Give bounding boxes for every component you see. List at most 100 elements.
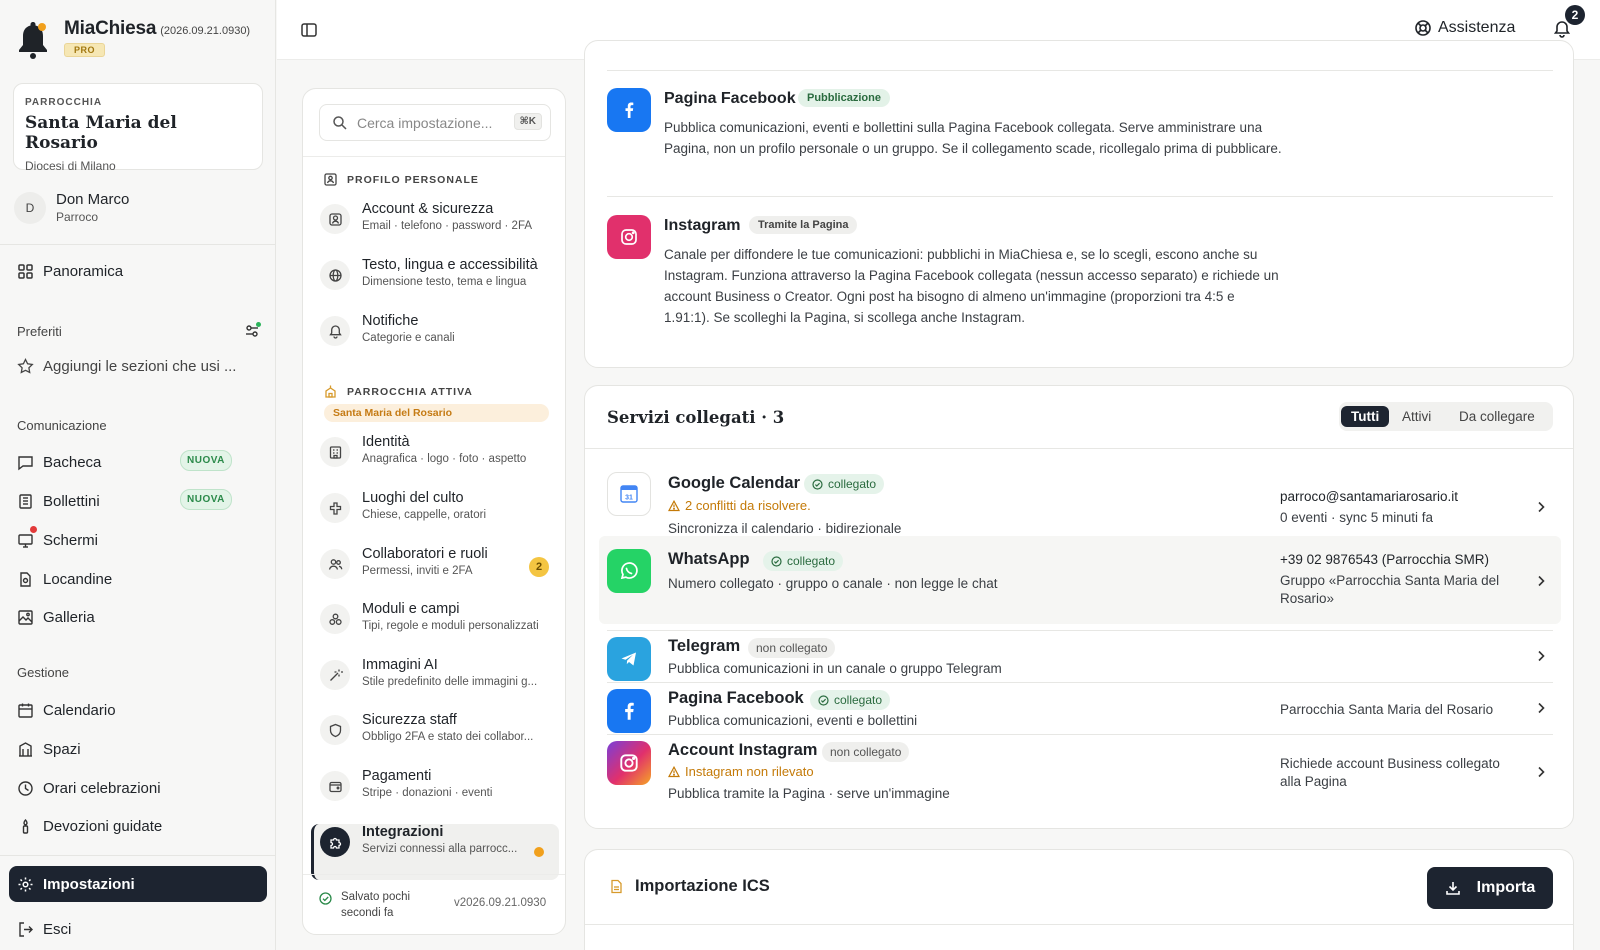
item-desc: Stripe · donazioni · eventi [362,787,493,799]
service-account-info: parroco@santamariarosario.it 0 eventi · … [1280,488,1510,527]
bell-icon [320,316,350,346]
lifebuoy-icon [1415,20,1431,36]
divider [607,196,1553,197]
sidebar-toggle-icon[interactable] [300,21,318,39]
service-name[interactable]: Telegram [668,637,740,656]
sidebar: MiaChiesa (2026.09.21.0930) PRO PARROCCHI… [0,0,276,950]
nav-orari-celebrazioni[interactable]: Orari celebrazioni [17,776,261,800]
divider [303,156,565,157]
warning-label: Instagram non rilevato [685,764,814,779]
save-status-line1: Salvato pochi [341,891,411,903]
divider [0,244,276,245]
item-title: Account & sicurezza [362,201,494,217]
status-label: non collegato [756,641,828,655]
instagram-icon [607,215,651,259]
nav-label: Orari celebrazioni [43,779,161,797]
nav-label: Bacheca [43,453,102,471]
church-icon [325,385,336,398]
brand[interactable]: MiaChiesa (2026.09.21.0930) PRO [16,18,250,62]
filter-da-collegare[interactable]: Da collegare [1449,406,1545,427]
filter-tutti[interactable]: Tutti [1341,406,1390,427]
ics-import-card: Importazione ICS Importa [584,849,1574,950]
shapes-icon [320,604,350,634]
customize-favorites-icon[interactable] [244,322,261,339]
pending-count-badge: 2 [529,557,549,577]
help-button[interactable]: Assistenza [1414,19,1515,37]
nav-label: Impostazioni [43,875,135,893]
settings-item-pagamenti[interactable]: Pagamenti Stripe · donazioni · eventi [320,768,560,812]
favorites-add-hint[interactable]: Aggiungi le sezioni che usi ... [17,354,261,378]
service-account: +39 02 9876543 (Parrocchia SMR) [1280,552,1489,567]
nav-calendario[interactable]: Calendario [17,698,261,722]
nav-esci[interactable]: Esci [17,917,261,941]
new-badge: NUOVA [180,489,232,510]
instagram-chip: Tramite la Pagina [749,216,858,234]
chevron-right-icon[interactable] [1535,766,1547,778]
nav-panoramica[interactable]: Panoramica [17,259,261,283]
warning-icon [668,765,680,777]
service-name[interactable]: Account Instagram [668,741,817,760]
active-parish-chip: Santa Maria del Rosario [324,404,549,422]
nav-devozioni-guidate[interactable]: Devozioni guidate [17,814,261,838]
service-account-info: Richiede account Business collegato alla… [1280,755,1510,791]
settings-item-text-language[interactable]: Testo, lingua e accessibilità Dimensione … [320,257,560,301]
settings-item-immagini-ai[interactable]: Immagini AI Stile predefinito delle immag… [320,657,560,701]
item-desc: Chiese, cappelle, oratori [362,509,487,521]
service-target: Parrocchia Santa Maria del Rosario [1280,702,1494,717]
poster-icon [20,571,31,587]
settings-item-collaboratori[interactable]: Collaboratori e ruoli Permessi, inviti e … [320,546,560,590]
group-label: PROFILO PERSONALE [347,173,479,186]
group-personal-heading: PROFILO PERSONALE [324,173,479,186]
status-label: collegato [828,477,877,491]
candle-icon [22,818,29,834]
message-icon [18,455,33,470]
status-label: collegato [787,554,836,568]
settings-item-identita[interactable]: Identità Anagrafica · logo · foto · aspet… [320,434,560,478]
nav-schermi[interactable]: Schermi [17,528,261,552]
users-icon [320,549,350,579]
star-icon [17,357,34,374]
nav-spazi[interactable]: Spazi [17,737,261,761]
import-button[interactable]: Importa [1427,867,1553,909]
publishing-channels-card: Pagina Facebook Pubblicazione Pubblica c… [584,40,1574,368]
divider [607,682,1553,683]
settings-item-luoghi[interactable]: Luoghi del culto Chiese, cappelle, orator… [320,490,560,534]
parish-switcher[interactable]: PARROCCHIA Santa Maria del Rosario Dioce… [13,83,263,173]
favorites-hint-label: Aggiungi le sezioni che usi ... [43,357,237,375]
build-version: v2026.09.21.0930 [454,897,547,909]
chevron-right-icon[interactable] [1535,702,1547,714]
settings-search-input[interactable]: Cerca impostazione... ⌘K [319,104,551,141]
service-description: Sincronizza il calendario · bidirezional… [668,521,902,536]
settings-item-integrazioni[interactable]: Integrazioni Servizi connessi alla parroc… [320,824,560,868]
user-profile[interactable]: D Don Marco Parroco [14,191,129,224]
service-name[interactable]: Pagina Facebook [668,689,804,708]
check-circle-icon [818,694,829,706]
service-account-info: +39 02 9876543 (Parrocchia SMR) Gruppo «… [1280,551,1510,608]
settings-item-sicurezza-staff[interactable]: Sicurezza staff Obbligo 2FA e stato dei c… [320,712,560,756]
service-name[interactable]: WhatsApp [668,550,750,569]
settings-item-notifications[interactable]: Notifiche Categorie e canali [320,313,560,357]
building-icon [19,741,32,757]
nav-locandine[interactable]: Locandine [17,567,261,591]
nav-label: Spazi [43,740,81,758]
attention-dot [534,847,544,857]
filter-attivi[interactable]: Attivi [1392,406,1441,427]
alert-dot [30,526,37,533]
instagram-description: Canale per diffondere le tue comunicazio… [664,247,1279,325]
service-name[interactable]: Google Calendar [668,474,800,493]
gear-icon [18,877,33,891]
settings-item-moduli[interactable]: Moduli e campi Tipi, regole e moduli pers… [320,601,560,645]
service-description: Numero collegato · gruppo o canale · non… [668,576,998,591]
nav-label: Schermi [43,531,99,549]
item-desc: Tipi, regole e moduli personalizzati [362,620,539,632]
nav-galleria[interactable]: Galleria [17,605,261,629]
ics-title: Importazione ICS [609,877,770,896]
status-badge: non collegato [748,638,836,658]
settings-item-account[interactable]: Account & sicurezza Email · telefono · pa… [320,201,560,245]
chevron-right-icon[interactable] [1535,575,1547,587]
chevron-right-icon[interactable] [1535,650,1547,662]
wallet-icon [320,771,350,801]
chevron-right-icon[interactable] [1535,501,1547,513]
nav-impostazioni[interactable]: Impostazioni [9,866,267,902]
puzzle-icon [320,827,350,857]
